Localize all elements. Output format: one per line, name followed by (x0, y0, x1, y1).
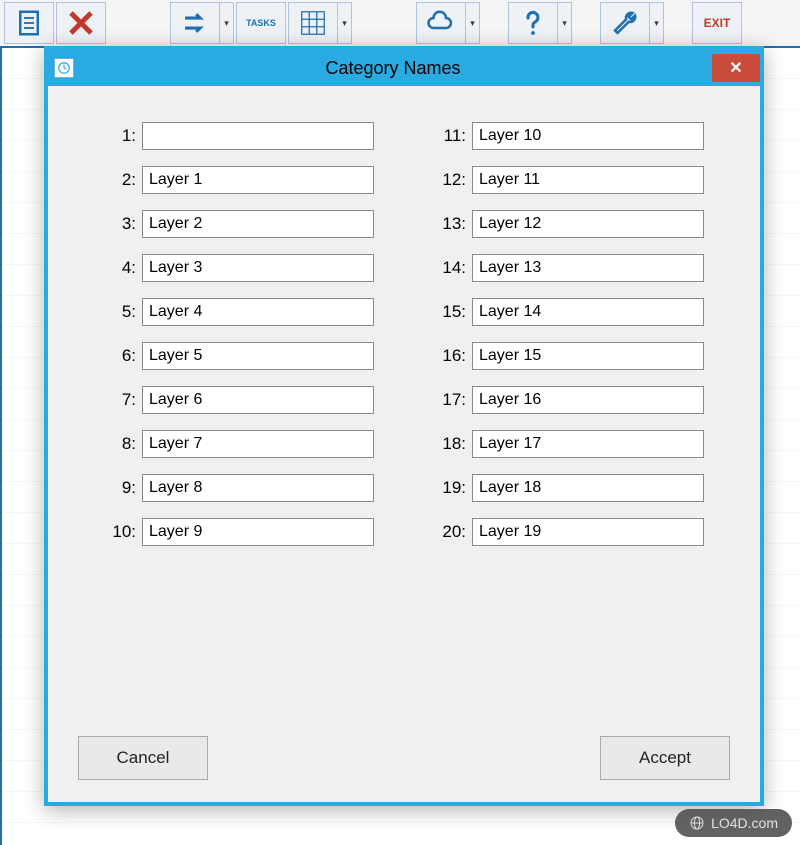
category-field-label: 11: (410, 126, 466, 146)
category-field-row: 13: (410, 210, 704, 238)
exit-label: EXIT (704, 16, 731, 30)
watermark: LO4D.com (675, 809, 792, 837)
category-name-input[interactable] (472, 210, 704, 238)
toolbar-btn-exit[interactable]: EXIT (692, 2, 742, 44)
toolbar-dropdown[interactable]: ▾ (650, 2, 664, 44)
category-field-row: 2: (80, 166, 374, 194)
toolbar-btn-tasks[interactable]: TASKS (236, 2, 286, 44)
category-field-row: 5: (80, 298, 374, 326)
toolbar-dropdown[interactable]: ▾ (220, 2, 234, 44)
category-name-input[interactable] (472, 474, 704, 502)
wrench-icon (610, 8, 640, 38)
category-name-input[interactable] (142, 122, 374, 150)
tasks-label: TASKS (246, 18, 276, 28)
category-field-row: 6: (80, 342, 374, 370)
category-field-row: 16: (410, 342, 704, 370)
category-name-input[interactable] (142, 386, 374, 414)
grid-icon (298, 8, 328, 38)
watermark-text: LO4D.com (711, 815, 778, 831)
dialog-title: Category Names (74, 58, 712, 79)
category-field-label: 12: (410, 170, 466, 190)
toolbar-btn-delete[interactable] (56, 2, 106, 44)
category-name-input[interactable] (142, 298, 374, 326)
category-field-row: 9: (80, 474, 374, 502)
category-field-label: 14: (410, 258, 466, 278)
category-field-row: 10: (80, 518, 374, 546)
toolbar-dropdown[interactable]: ▾ (338, 2, 352, 44)
arrows-icon (180, 8, 210, 38)
dialog-titlebar: Category Names ✕ (48, 50, 760, 86)
cancel-button[interactable]: Cancel (78, 736, 208, 780)
dialog-body: 1: 2: 3: 4: 5: 6: 7: 8: 9: 10: 11: 12: 13: 14: 15: 16:… (48, 86, 760, 802)
category-field-label: 6: (80, 346, 136, 366)
category-name-input[interactable] (142, 210, 374, 238)
accept-button[interactable]: Accept (600, 736, 730, 780)
toolbar-dropdown[interactable]: ▾ (558, 2, 572, 44)
category-field-label: 1: (80, 126, 136, 146)
toolbar-btn-transfer[interactable] (170, 2, 220, 44)
category-name-input[interactable] (472, 430, 704, 458)
category-name-input[interactable] (142, 254, 374, 282)
category-field-row: 7: (80, 386, 374, 414)
category-name-input[interactable] (142, 166, 374, 194)
category-field-label: 19: (410, 478, 466, 498)
category-field-row: 11: (410, 122, 704, 150)
category-name-input[interactable] (472, 254, 704, 282)
main-toolbar: ▾ TASKS ▾ ▾ ▾ ▾ EXIT (0, 0, 800, 48)
category-names-dialog: Category Names ✕ 1: 2: 3: 4: 5: 6: 7: 8: 9: 10: 1… (44, 46, 764, 806)
category-field-row: 8: (80, 430, 374, 458)
category-field-label: 10: (80, 522, 136, 542)
toolbar-dropdown[interactable]: ▾ (466, 2, 480, 44)
category-name-input[interactable] (142, 342, 374, 370)
category-name-input[interactable] (142, 518, 374, 546)
category-field-row: 4: (80, 254, 374, 282)
category-name-input[interactable] (472, 518, 704, 546)
category-field-label: 3: (80, 214, 136, 234)
category-field-label: 17: (410, 390, 466, 410)
category-field-label: 4: (80, 258, 136, 278)
category-field-label: 2: (80, 170, 136, 190)
category-field-label: 15: (410, 302, 466, 322)
category-field-row: 17: (410, 386, 704, 414)
category-field-row: 19: (410, 474, 704, 502)
document-icon (14, 8, 44, 38)
category-name-input[interactable] (142, 474, 374, 502)
category-name-input[interactable] (472, 122, 704, 150)
toolbar-btn-help[interactable] (508, 2, 558, 44)
category-field-row: 20: (410, 518, 704, 546)
category-name-input[interactable] (472, 342, 704, 370)
cloud-icon (426, 8, 456, 38)
category-name-input[interactable] (142, 430, 374, 458)
category-field-row: 3: (80, 210, 374, 238)
category-field-row: 18: (410, 430, 704, 458)
category-field-label: 20: (410, 522, 466, 542)
category-field-label: 18: (410, 434, 466, 454)
category-field-label: 16: (410, 346, 466, 366)
category-field-label: 13: (410, 214, 466, 234)
toolbar-btn-document[interactable] (4, 2, 54, 44)
category-name-input[interactable] (472, 386, 704, 414)
category-field-label: 8: (80, 434, 136, 454)
question-icon (518, 8, 548, 38)
category-field-label: 5: (80, 302, 136, 322)
category-field-row: 14: (410, 254, 704, 282)
category-field-label: 7: (80, 390, 136, 410)
close-button[interactable]: ✕ (712, 54, 760, 82)
delete-x-icon (66, 8, 96, 38)
globe-icon (689, 815, 705, 831)
category-name-input[interactable] (472, 298, 704, 326)
clock-icon (54, 58, 74, 78)
category-field-row: 1: (80, 122, 374, 150)
category-name-input[interactable] (472, 166, 704, 194)
toolbar-btn-cloud[interactable] (416, 2, 466, 44)
category-field-label: 9: (80, 478, 136, 498)
close-icon: ✕ (729, 58, 742, 78)
category-field-row: 12: (410, 166, 704, 194)
category-field-row: 15: (410, 298, 704, 326)
toolbar-btn-grid[interactable] (288, 2, 338, 44)
toolbar-btn-settings[interactable] (600, 2, 650, 44)
